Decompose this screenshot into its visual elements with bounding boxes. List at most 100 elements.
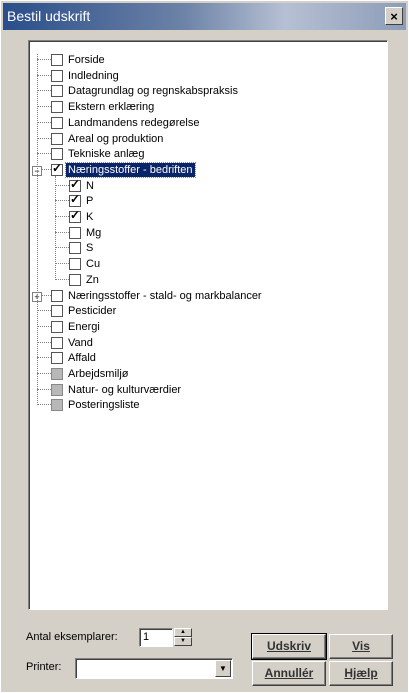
checkbox[interactable]: ✓ — [69, 176, 81, 192]
tree-item-label: Landmandens redegørelse — [68, 116, 200, 129]
tree-item-label: Energi — [68, 320, 100, 333]
window-title: Bestil udskrift — [7, 8, 91, 24]
tree-item-label: Zn — [86, 273, 99, 286]
checkbox[interactable] — [69, 226, 81, 239]
checkbox[interactable] — [51, 320, 63, 333]
checkbox[interactable] — [51, 368, 63, 380]
tree-item-label: Affald — [68, 352, 96, 365]
checkbox[interactable] — [51, 399, 63, 412]
tree-connector — [37, 404, 51, 406]
tree-item-label: Pesticider — [68, 305, 117, 318]
close-button[interactable]: × — [385, 7, 403, 25]
tree-connector — [37, 310, 51, 312]
tree-connector — [37, 121, 51, 123]
copies-input[interactable]: 1 — [139, 628, 173, 647]
tree-child-item[interactable]: ✓ P — [29, 192, 387, 209]
tree-item[interactable]: Energi — [29, 319, 387, 335]
checkmark-icon: ✓ — [52, 160, 63, 175]
tree-connector — [55, 216, 69, 217]
tree-connector — [37, 74, 51, 76]
checkbox[interactable] — [51, 352, 63, 365]
help-button[interactable]: Hjælp — [329, 661, 393, 686]
tree-child-item[interactable]: Zn — [29, 272, 387, 288]
checkbox[interactable] — [51, 132, 63, 145]
printer-select[interactable]: ▼ — [75, 658, 233, 679]
checkbox[interactable] — [51, 305, 63, 318]
checkmark-icon: ✓ — [70, 208, 81, 222]
spin-up-icon[interactable]: ▲ — [174, 628, 192, 637]
view-button[interactable]: Vis — [329, 634, 393, 659]
tree-item-label: Cu — [86, 258, 101, 271]
tree-item[interactable]: − ✓ Næringsstoffer - bedriften — [29, 160, 387, 178]
tree-connector — [37, 388, 51, 390]
tree-item[interactable]: + Næringsstoffer - stald- og markbalancer — [29, 288, 387, 304]
close-icon: × — [390, 8, 398, 24]
checkbox[interactable] — [51, 336, 63, 349]
tree-item[interactable]: Vand — [29, 335, 387, 351]
tree-connector — [37, 59, 51, 60]
cancel-button[interactable]: Annullér — [252, 661, 326, 686]
tree-item-label: Ekstern erklæring — [68, 101, 155, 114]
tree-item[interactable]: Tekniske anlæg — [29, 146, 387, 162]
tree-item[interactable]: Datagrundlag og regnskabspraksis — [29, 83, 387, 99]
tree-child-item[interactable]: ✓ K — [29, 208, 387, 225]
checkbox[interactable] — [51, 101, 63, 114]
tree-item[interactable]: Arbejdsmiljø — [29, 366, 387, 382]
tree-item-label: Natur- og kulturværdier — [68, 383, 182, 396]
checkmark-icon: ✓ — [70, 192, 81, 207]
tree-item[interactable]: Landmandens redegørelse — [29, 115, 387, 131]
tree-connector — [55, 231, 69, 233]
checkbox[interactable] — [69, 242, 81, 255]
tree-item-label: Næringsstoffer - bedriften — [65, 161, 196, 178]
checkbox[interactable] — [51, 148, 63, 161]
checkbox[interactable] — [51, 85, 63, 98]
tree-item[interactable]: Posteringsliste — [29, 397, 387, 413]
section-tree[interactable]: Forside Indledning Datagrundlag og regnska… — [28, 40, 388, 610]
tree-item[interactable]: Indledning — [29, 68, 387, 84]
copies-label: Antal eksemplarer: — [26, 631, 118, 643]
chevron-down-icon[interactable]: ▼ — [215, 660, 231, 677]
tree-item-label: Næringsstoffer - stald- og markbalancer — [68, 289, 262, 302]
tree-item-label: P — [86, 195, 94, 208]
tree-item[interactable]: Forside — [29, 52, 387, 68]
tree-item-label: Areal og produktion — [68, 132, 164, 145]
tree-child-item[interactable]: Mg — [29, 225, 387, 241]
tree-item[interactable]: Pesticider — [29, 303, 387, 319]
tree-child-item[interactable]: Cu — [29, 256, 387, 272]
checkbox[interactable] — [51, 383, 63, 396]
checkmark-icon: ✓ — [70, 176, 81, 191]
checkbox[interactable]: ✓ — [51, 160, 63, 176]
tree-connector — [37, 137, 51, 139]
checkbox[interactable] — [69, 258, 81, 271]
tree-child-item[interactable]: S — [29, 240, 387, 256]
checkbox[interactable] — [51, 54, 63, 66]
tree-item-label: Vand — [68, 336, 93, 349]
checkbox[interactable] — [51, 116, 63, 129]
tree-connector — [37, 325, 51, 327]
checkbox[interactable] — [51, 69, 63, 82]
checkbox[interactable]: ✓ — [69, 208, 81, 223]
checkbox[interactable] — [69, 273, 81, 286]
print-dialog: Bestil udskrift × Forside Indledning Datag… — [0, 0, 409, 693]
spin-down-icon[interactable]: ▼ — [174, 637, 192, 646]
tree-item[interactable]: Natur- og kulturværdier — [29, 382, 387, 398]
checkbox[interactable] — [51, 289, 63, 302]
tree-connector — [55, 263, 69, 265]
tree-item-label: Arbejdsmiljø — [68, 368, 129, 380]
tree-connector — [37, 341, 51, 343]
tree-item[interactable]: Affald — [29, 350, 387, 366]
copies-spinner: ▲ ▼ — [174, 628, 192, 647]
tree-connector — [55, 247, 69, 249]
title-bar[interactable]: Bestil udskrift × — [3, 3, 406, 30]
tree-guide-line — [37, 54, 38, 406]
tree-item-label: Mg — [86, 226, 102, 239]
tree-item-label: Posteringsliste — [68, 399, 140, 412]
tree-connector — [37, 153, 51, 155]
tree-guide-line — [55, 175, 56, 280]
tree-item[interactable]: Ekstern erklæring — [29, 99, 387, 115]
tree-child-item[interactable]: ✓ N — [29, 176, 387, 194]
tree-item[interactable]: Areal og produktion — [29, 131, 387, 147]
checkbox[interactable]: ✓ — [69, 192, 81, 208]
print-button[interactable]: Udskriv — [251, 633, 327, 660]
tree-connector — [37, 106, 51, 108]
